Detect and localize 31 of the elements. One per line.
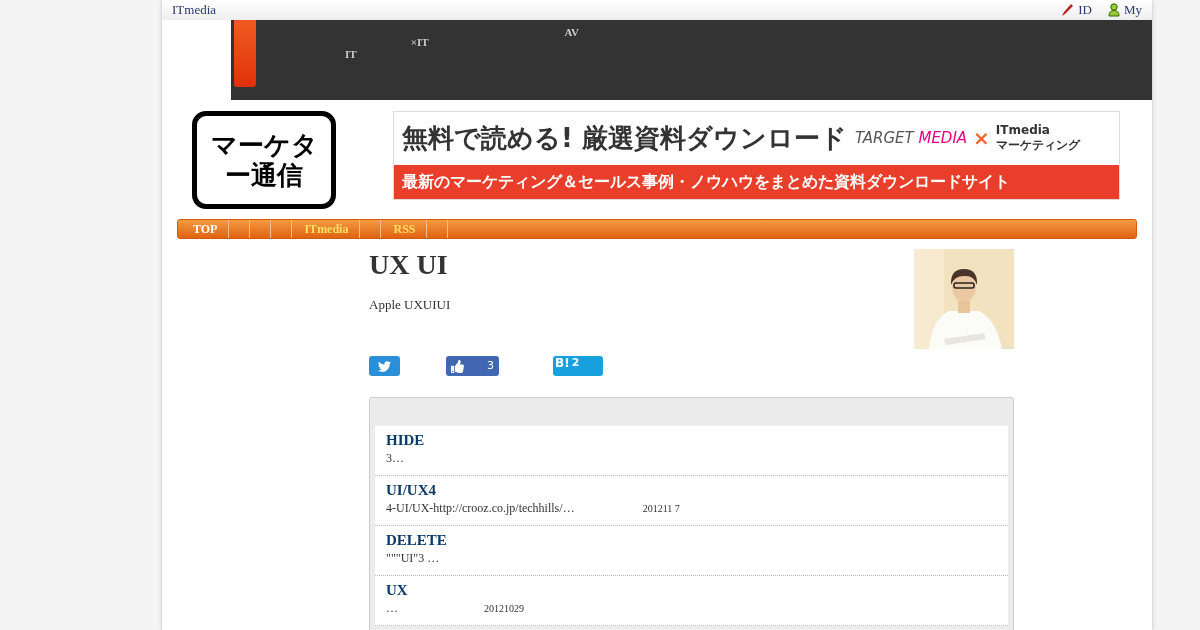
pen-icon: [1060, 2, 1075, 17]
tweet-button[interactable]: [369, 356, 400, 376]
entry-title[interactable]: HIDE: [386, 431, 997, 449]
logo: マーケター通信: [192, 110, 336, 209]
entry-summary: """UI"3 …: [386, 550, 440, 567]
banner-tagline: 最新のマーケティング＆セールス事例・ノウハウをまとめた資料ダウンロードサイト: [394, 164, 1119, 199]
entry-title[interactable]: UX: [386, 581, 997, 599]
brand-name: TARGET MEDIA: [854, 127, 968, 149]
entry-title[interactable]: UI/UX4: [386, 481, 997, 499]
entry-date: 20121029: [484, 602, 524, 616]
brand-name: ITmedia: [995, 123, 1051, 139]
article-description: Apple UXUIUI: [369, 295, 452, 314]
article-title: UX UI: [369, 250, 449, 279]
entry-title[interactable]: DELETE: [386, 531, 997, 549]
banner-headline: 無料で読める! 厳選資料ダウンロード: [402, 121, 847, 155]
entry-summary: 3…: [386, 450, 404, 467]
account-link[interactable]: My: [1107, 0, 1142, 20]
brand-name: マーケティング: [995, 138, 1080, 154]
user-icon: [1107, 2, 1120, 17]
bird-icon: [378, 359, 391, 373]
dark-nav-item[interactable]: IT: [345, 47, 357, 60]
cross-mark: ×: [973, 125, 990, 153]
thumbs-up-icon: [451, 359, 464, 373]
like-button[interactable]: 3: [446, 356, 499, 376]
dark-nav-item[interactable]: AV: [564, 25, 579, 38]
entry-date: 201211 7: [642, 502, 680, 516]
entry-summary: 4-UI/UX-http://crooz.co.jp/techhills/…: [386, 500, 575, 517]
dark-nav-item[interactable]: ×IT: [410, 35, 429, 48]
account-link[interactable]: ID: [1060, 0, 1092, 20]
site-link[interactable]: ITmedia: [172, 0, 217, 20]
entry-summary: …: [386, 600, 398, 617]
